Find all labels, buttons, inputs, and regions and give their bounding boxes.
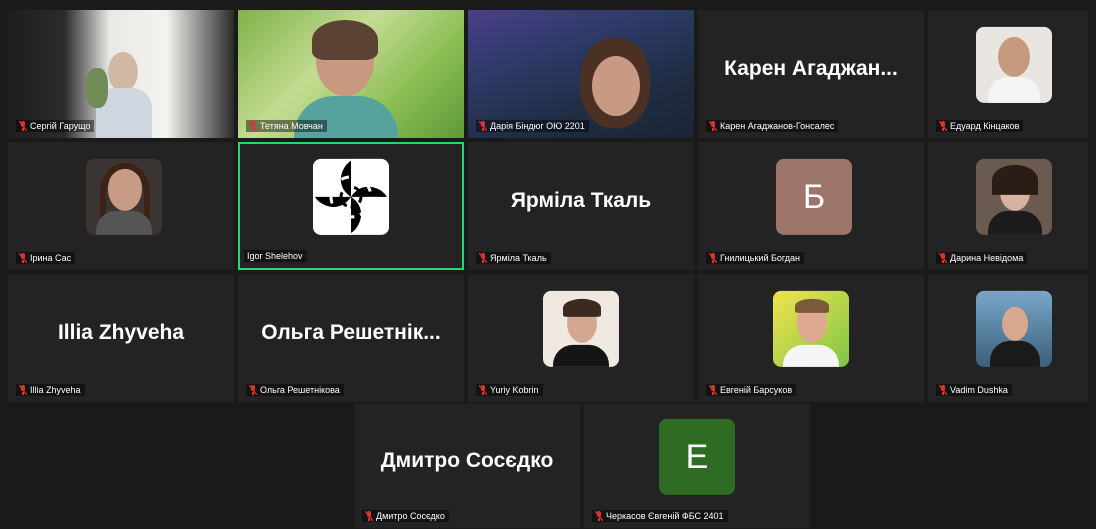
muted-mic-icon [19,121,27,131]
participant-tile[interactable]: Карен Агаджан... Карен Агаджанов-Гонсале… [698,10,924,138]
participant-avatar [976,26,1052,103]
swirl-pattern-avatar [313,158,389,235]
participant-tile[interactable]: Е Черкасов Євгеній ФБС 2401 [584,404,810,528]
participant-tile[interactable]: Vadim Dushka [928,274,1088,402]
muted-mic-icon [365,511,373,521]
participant-name-label: Yuriy Kobrin [476,384,543,396]
muted-mic-icon [595,511,603,521]
participant-name-label: Дарія Біндюг ОЮ 2201 [476,120,589,132]
participant-name-label: Vadim Dushka [936,384,1012,396]
participant-avatar [773,290,849,367]
participant-video [238,10,464,138]
participant-avatar [543,290,619,367]
participant-avatar [976,290,1052,367]
participant-tile[interactable]: Ольга Решетнік... Ольга Решетнікова [238,274,464,402]
letter-avatar: Е [659,418,735,495]
participant-name-label: Illia Zhyveha [16,384,85,396]
participant-tile[interactable]: Б Гнилицький Богдан [698,142,924,270]
participant-name-label: Сергій Гарущо [16,120,95,132]
participant-tile[interactable]: Ярміла Ткаль Ярміла Ткаль [468,142,694,270]
muted-mic-icon [19,385,27,395]
participant-tile[interactable]: Сергій Гарущо [8,10,234,138]
participant-display-name: Ольга Решетнік... [261,321,441,345]
muted-mic-icon [249,385,257,395]
muted-mic-icon [709,253,717,263]
participant-display-name: Illia Zhyveha [57,321,185,345]
letter-avatar: Б [776,158,852,235]
participant-name-label: Дмитро Сосєдко [362,510,449,522]
participant-video [8,10,234,138]
participant-name-label: Дарина Невідома [936,252,1028,264]
participant-video [468,10,694,138]
muted-mic-icon [249,121,257,131]
muted-mic-icon [709,121,717,131]
muted-mic-icon [479,253,487,263]
participant-tile[interactable]: Дарія Біндюг ОЮ 2201 [468,10,694,138]
muted-mic-icon [939,121,947,131]
participant-display-name: Карен Агаджан... [724,57,898,81]
participant-name-label: Ярміла Ткаль [476,252,551,264]
participant-tile[interactable]: Дарина Невідома [928,142,1088,270]
participant-name-label: Igor Shelehov [244,250,307,262]
participant-name-label: Едуард Кінцаков [936,120,1024,132]
muted-mic-icon [479,385,487,395]
muted-mic-icon [709,385,717,395]
participant-name-label: Ольга Решетнікова [246,384,344,396]
participant-tile[interactable]: Illia Zhyveha Illia Zhyveha [8,274,234,402]
participant-tile[interactable]: Евгеній Барсуков [698,274,924,402]
participant-name-label: Тетяна Мовчан [246,120,327,132]
participant-name-label: Черкасов Євгеній ФБС 2401 [592,510,728,522]
muted-mic-icon [19,253,27,263]
participant-name-label: Евгеній Барсуков [706,384,797,396]
participant-tile[interactable]: Едуард Кінцаков [928,10,1088,138]
muted-mic-icon [939,253,947,263]
participant-tile[interactable]: Дмитро Сосєдко Дмитро Сосєдко [354,404,580,528]
participant-tile[interactable]: Ірина Сас [8,142,234,270]
participant-display-name: Дмитро Сосєдко [380,449,554,473]
participant-name-label: Гнилицький Богдан [706,252,804,264]
participant-tile[interactable]: Yuriy Kobrin [468,274,694,402]
participant-avatar [976,158,1052,235]
participant-name-label: Карен Агаджанов-Гонсалес [706,120,839,132]
muted-mic-icon [479,121,487,131]
participant-avatar [86,158,162,235]
participant-name-label: Ірина Сас [16,252,76,264]
muted-mic-icon [939,385,947,395]
participant-display-name: Ярміла Ткаль [510,189,652,213]
participant-tile-active-speaker[interactable]: Igor Shelehov [238,142,464,270]
participant-tile[interactable]: Тетяна Мовчан [238,10,464,138]
